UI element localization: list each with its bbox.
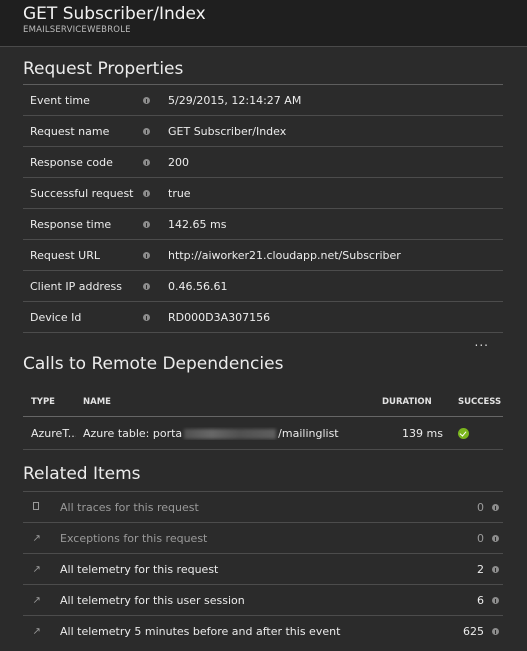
- property-label: Successful request: [30, 186, 134, 200]
- info-icon[interactable]: [143, 127, 150, 135]
- column-header-name[interactable]: NAME: [76, 397, 370, 407]
- property-row-client-ip: Client IP address 0.46.56.61: [23, 271, 503, 302]
- property-label: Request name: [30, 124, 110, 138]
- property-value: true: [168, 186, 191, 200]
- blade-content: Request Properties Event time 5/29/2015,…: [0, 58, 527, 646]
- property-value: 142.65 ms: [168, 217, 227, 231]
- redacted-text: [184, 428, 277, 439]
- info-icon[interactable]: [143, 220, 150, 228]
- property-value: 0.46.56.61: [168, 279, 228, 293]
- related-items-title: Related Items: [23, 464, 141, 484]
- related-item-count: 0: [477, 500, 484, 514]
- related-item-traces[interactable]: All traces for this request 0: [23, 491, 503, 522]
- dependency-type: AzureT...: [31, 426, 76, 440]
- info-icon[interactable]: [143, 158, 150, 166]
- arrow-icon: →: [30, 531, 45, 545]
- property-label: Response time: [30, 217, 112, 231]
- property-value: GET Subscriber/Index: [168, 124, 287, 138]
- property-value: 200: [168, 155, 189, 169]
- related-item-label: All telemetry for this request: [60, 562, 219, 576]
- dependencies-table: TYPE NAME DURATION SUCCESS AzureT... Azu…: [23, 387, 503, 450]
- request-properties-title: Request Properties: [23, 59, 184, 79]
- property-value: 5/29/2015, 12:14:27 AM: [168, 93, 302, 107]
- related-item-count: 2: [477, 562, 484, 576]
- property-label: Event time: [30, 93, 90, 107]
- dependency-duration: 139 ms: [402, 426, 443, 440]
- related-item-label: All telemetry 5 minutes before and after…: [60, 624, 341, 638]
- dependency-success: [443, 427, 503, 440]
- related-item-session-telemetry[interactable]: → All telemetry for this user session 6: [23, 584, 503, 615]
- info-icon[interactable]: [492, 565, 499, 573]
- related-item-label: All telemetry for this user session: [60, 593, 245, 607]
- related-item-count: 0: [477, 531, 484, 545]
- related-item-exceptions[interactable]: → Exceptions for this request 0: [23, 522, 503, 553]
- table-row[interactable]: AzureT... Azure table: porta/mailinglist…: [23, 417, 503, 450]
- more-icon[interactable]: ...: [475, 336, 489, 348]
- arrow-icon: →: [30, 562, 45, 576]
- property-label: Response code: [30, 155, 113, 169]
- property-value: RD000D3A307156: [168, 310, 271, 324]
- property-value: http://aiworker21.cloudapp.net/Subscribe…: [168, 248, 401, 262]
- arrow-icon: →: [30, 593, 45, 607]
- property-label: Device Id: [30, 310, 82, 324]
- info-icon[interactable]: [143, 189, 150, 197]
- dependency-name-suffix: /mailinglist: [278, 426, 339, 440]
- property-row-request-url: Request URL http://aiworker21.cloudapp.n…: [23, 240, 503, 271]
- request-properties-list: Event time 5/29/2015, 12:14:27 AM Reques…: [23, 85, 503, 333]
- dependency-name: Azure table: porta/mailinglist: [76, 427, 370, 440]
- check-circle-icon: [458, 428, 469, 439]
- related-item-count: 625: [463, 624, 484, 638]
- column-header-duration[interactable]: DURATION: [370, 397, 443, 407]
- related-item-label: All traces for this request: [60, 500, 199, 514]
- blade-subtitle: EMAILSERVICEWEBROLE: [23, 25, 131, 35]
- more-row: ...: [23, 333, 503, 351]
- property-label: Client IP address: [30, 279, 122, 293]
- table-header: TYPE NAME DURATION SUCCESS: [23, 387, 503, 417]
- info-icon[interactable]: [492, 503, 499, 511]
- related-item-window-telemetry[interactable]: → All telemetry 5 minutes before and aft…: [23, 615, 503, 646]
- blade-header: GET Subscriber/Index EMAILSERVICEWEBROLE: [0, 0, 527, 47]
- property-row-event-time: Event time 5/29/2015, 12:14:27 AM: [23, 85, 503, 116]
- info-icon[interactable]: [143, 313, 150, 321]
- related-items-list: All traces for this request 0 → Exceptio…: [23, 491, 503, 646]
- info-icon[interactable]: [492, 627, 499, 635]
- column-header-type[interactable]: TYPE: [23, 397, 76, 407]
- related-item-request-telemetry[interactable]: → All telemetry for this request 2: [23, 553, 503, 584]
- related-item-label: Exceptions for this request: [60, 531, 208, 545]
- info-icon[interactable]: [143, 251, 150, 259]
- property-row-response-code: Response code 200: [23, 147, 503, 178]
- property-label: Request URL: [30, 248, 101, 262]
- info-icon[interactable]: [492, 596, 499, 604]
- property-row-response-time: Response time 142.65 ms: [23, 209, 503, 240]
- dependencies-title: Calls to Remote Dependencies: [23, 354, 284, 374]
- property-row-request-name: Request name GET Subscriber/Index: [23, 116, 503, 147]
- info-icon[interactable]: [143, 96, 150, 104]
- related-item-count: 6: [477, 593, 484, 607]
- document-icon: [33, 501, 39, 510]
- info-icon[interactable]: [143, 282, 150, 290]
- blade-title: GET Subscriber/Index: [23, 4, 206, 24]
- property-row-successful-request: Successful request true: [23, 178, 503, 209]
- property-row-device-id: Device Id RD000D3A307156: [23, 302, 503, 333]
- info-icon[interactable]: [492, 534, 499, 542]
- dependency-name-prefix: Azure table: porta: [83, 426, 183, 440]
- column-header-success[interactable]: SUCCESS: [443, 397, 503, 407]
- arrow-icon: →: [30, 624, 45, 638]
